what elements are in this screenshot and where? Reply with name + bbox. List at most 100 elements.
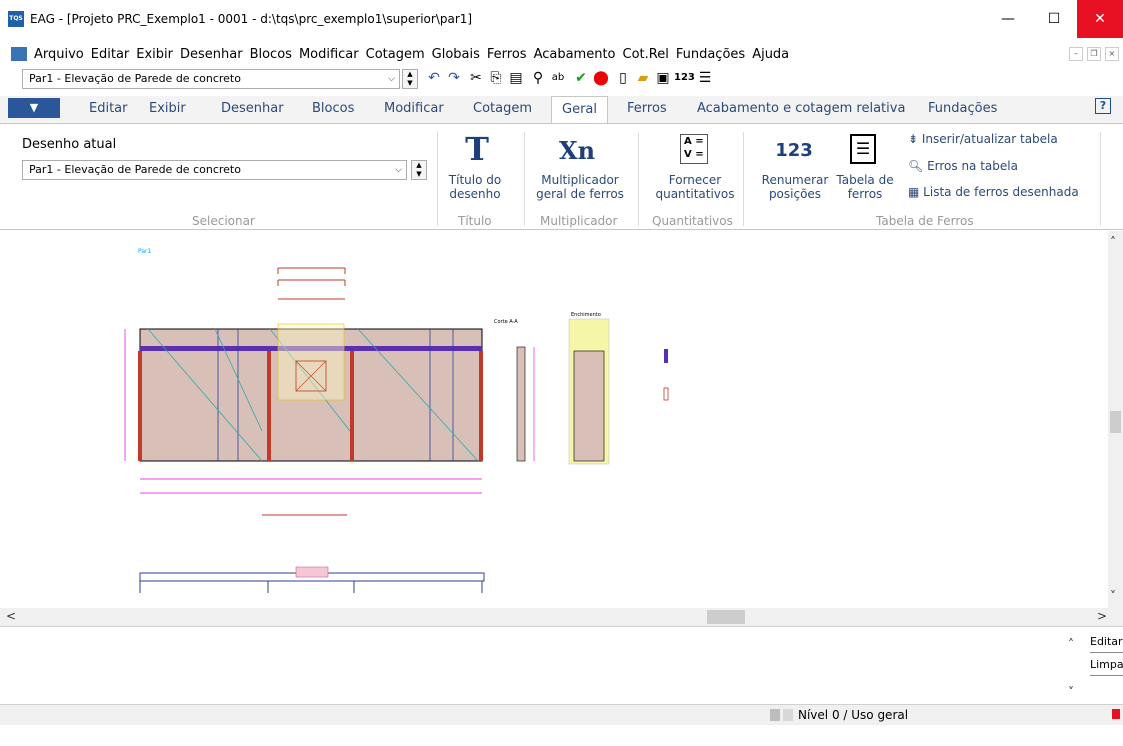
tab-acabamento[interactable]: Acabamento e cotagem relativa: [697, 101, 905, 116]
paste-icon[interactable]: ▤: [507, 69, 525, 87]
multiplier-button[interactable]: Multiplicador geral de ferros: [530, 173, 630, 201]
command-area[interactable]: ˄ Editar Limpa ˅: [0, 626, 1123, 746]
menu-modificar[interactable]: Modificar: [299, 47, 359, 62]
current-drawing-combo[interactable]: Par1 - Elevação de Parede de concreto ⌵: [22, 160, 407, 180]
tab-geral[interactable]: Geral: [551, 96, 608, 124]
column-right: [479, 351, 483, 461]
chevron-down-icon[interactable]: ˅: [1110, 589, 1116, 603]
chevron-up-icon[interactable]: ˄: [1068, 637, 1074, 651]
renumber-icon[interactable]: 123: [770, 140, 818, 161]
renumber-button[interactable]: Renumerar posições: [755, 173, 835, 201]
menu-arquivo[interactable]: Arquivo: [34, 47, 84, 62]
drawing-canvas[interactable]: Par1 Corte A-A Enchimento: [0, 231, 1108, 608]
separator: [638, 132, 639, 226]
file-tab[interactable]: ▼: [8, 98, 60, 118]
tab-fundacoes[interactable]: Fundações: [928, 101, 997, 116]
vertical-scroll-thumb[interactable]: [1110, 411, 1121, 433]
alert-icon[interactable]: [1112, 709, 1120, 719]
multiplier-line1: Multiplicador: [541, 173, 619, 187]
spin-button[interactable]: ▲ ▼: [402, 69, 418, 89]
ribbon-tab-bar: ▼ Editar Exibir Desenhar Blocos Modifica…: [0, 96, 1123, 124]
menu-blocos[interactable]: Blocos: [250, 47, 292, 62]
drawn-list-button[interactable]: ▦ Lista de ferros desenhada: [908, 185, 1079, 199]
status-indicator-2: [783, 709, 793, 721]
replace-icon[interactable]: ab: [549, 69, 567, 87]
menu-exibir[interactable]: Exibir: [136, 47, 173, 62]
minimize-button[interactable]: —: [985, 0, 1031, 38]
menu-ajuda[interactable]: Ajuda: [752, 47, 789, 62]
chevron-right-icon[interactable]: >: [1097, 609, 1107, 623]
document-icon[interactable]: [11, 47, 27, 61]
multiplier-line2: geral de ferros: [536, 187, 624, 201]
status-indicator-1: [770, 709, 780, 721]
multiplier-icon[interactable]: Xn: [552, 136, 602, 165]
status-level-text: Nível 0 / Uso geral: [798, 708, 909, 722]
menu-cotrel[interactable]: Cot.Rel: [623, 47, 669, 62]
redo-icon[interactable]: ↷: [445, 69, 463, 87]
drawn-list-label: Lista de ferros desenhada: [923, 185, 1079, 199]
chevron-down-icon[interactable]: ˅: [1068, 685, 1074, 699]
horizontal-scrollbar[interactable]: < >: [0, 608, 1123, 626]
chevron-up-icon[interactable]: ˄: [1110, 235, 1116, 249]
clear-command-button[interactable]: Limpa: [1090, 658, 1123, 676]
chevron-left-icon[interactable]: <: [6, 609, 16, 623]
tab-ferros[interactable]: Ferros: [627, 101, 667, 116]
menu-cotagem[interactable]: Cotagem: [366, 47, 425, 62]
group-quantitativos: Quantitativos: [652, 214, 733, 228]
numbering-icon[interactable]: 123: [674, 69, 695, 87]
tab-exibir[interactable]: Exibir: [149, 101, 186, 116]
group-multiplicador: Multiplicador: [540, 214, 618, 228]
check-icon[interactable]: ✔: [572, 69, 590, 87]
menu-fundacoes[interactable]: Fundações: [676, 47, 745, 62]
current-drawing-label: Desenho atual: [22, 137, 117, 152]
title-drawing-line1: Título do: [448, 173, 502, 187]
insert-table-button[interactable]: ⇟ Inserir/atualizar tabela: [908, 132, 1058, 146]
open-icon[interactable]: ▰: [634, 69, 652, 87]
save-icon[interactable]: ▣: [654, 69, 672, 87]
mdi-restore-icon[interactable]: ❐: [1087, 47, 1101, 61]
cut-icon[interactable]: ✂: [467, 69, 485, 87]
edit-command-button[interactable]: Editar: [1090, 635, 1123, 653]
mdi-minimize-icon[interactable]: –: [1069, 47, 1083, 61]
stop-icon[interactable]: ⬤: [592, 69, 610, 87]
quantities-button[interactable]: Fornecer quantitativos: [645, 173, 745, 201]
drawing-spin-button[interactable]: ▲ ▼: [411, 160, 427, 180]
group-titulo: Título: [458, 214, 492, 228]
tab-blocos[interactable]: Blocos: [312, 101, 354, 116]
table-errors-button[interactable]: 🔍︎ Erros na tabela: [908, 159, 1018, 173]
title-icon[interactable]: T: [457, 130, 497, 168]
help-icon[interactable]: ?: [1095, 98, 1111, 114]
menu-globais[interactable]: Globais: [432, 47, 480, 62]
quantities-icon[interactable]: A = V =: [680, 134, 708, 164]
search-icon: 🔍︎: [908, 159, 924, 173]
undo-icon[interactable]: ↶: [425, 69, 443, 87]
quantities-line2: quantitativos: [655, 187, 735, 201]
table-icon[interactable]: ☰: [696, 69, 714, 87]
vertical-scrollbar[interactable]: ˄ ˅: [1108, 231, 1123, 608]
mdi-close-icon[interactable]: ×: [1105, 47, 1119, 61]
column-mid1: [267, 351, 271, 461]
copy-icon[interactable]: ⎘: [487, 69, 505, 87]
menu-ferros[interactable]: Ferros: [487, 47, 527, 62]
horizontal-scroll-thumb[interactable]: [707, 610, 745, 624]
menu-editar[interactable]: Editar: [91, 47, 130, 62]
group-selecionar: Selecionar: [192, 214, 255, 228]
tab-editar[interactable]: Editar: [89, 101, 128, 116]
tab-desenhar[interactable]: Desenhar: [221, 101, 284, 116]
new-icon[interactable]: ▯: [614, 69, 632, 87]
column-mid2: [350, 351, 354, 461]
rebar-table-icon[interactable]: ☰: [850, 134, 876, 164]
rebar-table-button[interactable]: Tabela de ferros: [835, 173, 895, 201]
drawing-combo[interactable]: Par1 - Elevação de Parede de concreto ⌵: [22, 69, 400, 89]
tab-cotagem[interactable]: Cotagem: [473, 101, 532, 116]
maximize-button[interactable]: ☐: [1031, 0, 1077, 38]
find-icon[interactable]: ⚲: [529, 69, 547, 87]
title-drawing-button[interactable]: Título do desenho: [440, 173, 510, 201]
menu-desenhar[interactable]: Desenhar: [180, 47, 243, 62]
menu-acabamento[interactable]: Acabamento: [534, 47, 616, 62]
drawing-combo-value: Par1 - Elevação de Parede de concreto: [29, 72, 241, 85]
current-drawing-value: Par1 - Elevação de Parede de concreto: [29, 163, 241, 176]
close-button[interactable]: ✕: [1077, 0, 1123, 38]
tab-modificar[interactable]: Modificar: [384, 101, 444, 116]
section-cut: [516, 346, 526, 462]
